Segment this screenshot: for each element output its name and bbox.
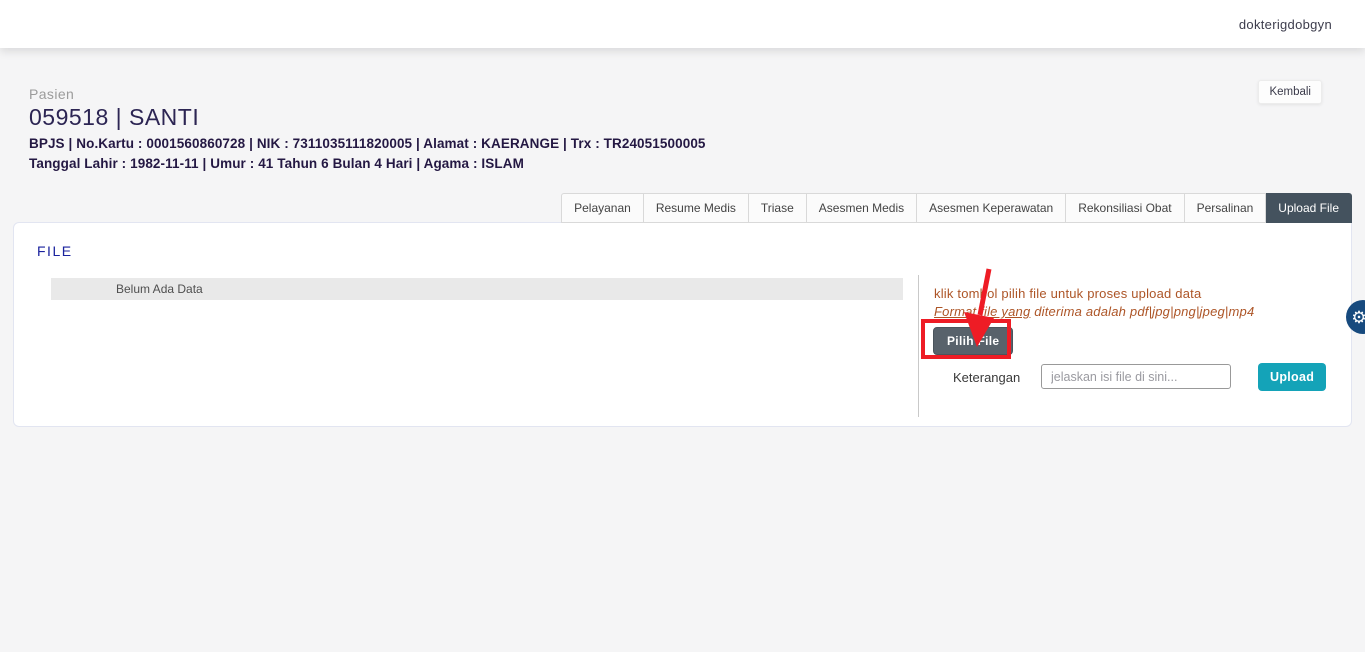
- tab-upload-file[interactable]: Upload File: [1266, 193, 1352, 223]
- file-card: FILE Belum Ada Data klik tombol pilih fi…: [13, 222, 1352, 427]
- choose-file-button[interactable]: Pilih File: [933, 327, 1013, 355]
- patient-detail-line-2: Tanggal Lahir : 1982-11-11 | Umur : 41 T…: [29, 156, 1365, 171]
- tab-pelayanan[interactable]: Pelayanan: [561, 193, 644, 223]
- patient-section-label: Pasien: [29, 86, 1365, 102]
- tab-triase[interactable]: Triase: [749, 193, 807, 223]
- tab-asesmen-medis[interactable]: Asesmen Medis: [807, 193, 917, 223]
- gear-icon: ⚙: [1351, 309, 1365, 326]
- tab-asesmen-keperawatan[interactable]: Asesmen Keperawatan: [917, 193, 1066, 223]
- logged-in-username[interactable]: dokterigdobgyn: [1239, 17, 1332, 32]
- top-bar: dokterigdobgyn: [0, 0, 1365, 48]
- back-button[interactable]: Kembali: [1258, 80, 1322, 104]
- tab-rekonsiliasi-obat[interactable]: Rekonsiliasi Obat: [1066, 193, 1184, 223]
- format-note-underlined: Format file yang: [934, 304, 1030, 319]
- vertical-divider: [918, 275, 919, 417]
- upload-instruction-text: klik tombol pilih file untuk proses uplo…: [934, 286, 1201, 301]
- format-note-rest: diterima adalah pdf|jpg|png|jpeg|mp4: [1030, 304, 1254, 319]
- patient-header: Pasien 059518 | SANTI BPJS | No.Kartu : …: [0, 48, 1365, 171]
- tab-bar: Pelayanan Resume Medis Triase Asesmen Me…: [0, 193, 1352, 223]
- page-content: Pasien 059518 | SANTI BPJS | No.Kartu : …: [0, 48, 1365, 652]
- upload-format-note: Format file yang diterima adalah pdf|jpg…: [934, 304, 1254, 319]
- patient-detail-line-1: BPJS | No.Kartu : 0001560860728 | NIK : …: [29, 136, 1365, 151]
- file-section-heading: FILE: [37, 243, 73, 259]
- tab-resume-medis[interactable]: Resume Medis: [644, 193, 749, 223]
- tab-persalinan[interactable]: Persalinan: [1185, 193, 1267, 223]
- keterangan-label: Keterangan: [953, 370, 1020, 385]
- empty-file-list-row: Belum Ada Data: [51, 278, 903, 300]
- patient-id-name: 059518 | SANTI: [29, 104, 1365, 131]
- keterangan-input[interactable]: [1041, 364, 1231, 389]
- upload-button[interactable]: Upload: [1258, 363, 1326, 391]
